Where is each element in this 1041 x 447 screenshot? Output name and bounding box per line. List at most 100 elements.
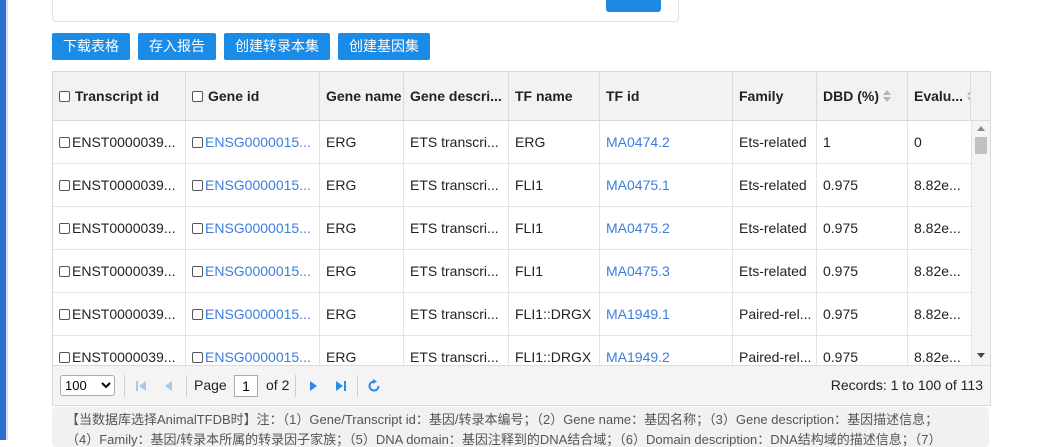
cell-transcript-id: ENST0000039...	[53, 293, 186, 335]
table-row[interactable]: ENST0000039... ENSG0000015... ERG ETS tr…	[53, 250, 971, 293]
download-table-button[interactable]: 下载表格	[52, 33, 130, 60]
results-grid: Transcript id Gene id Gene name Gene des…	[52, 71, 991, 406]
cell-evalue: 8.82e...	[914, 349, 961, 365]
header-gene-name[interactable]: Gene name	[320, 72, 404, 120]
create-gene-set-button[interactable]: 创建基因集	[338, 33, 430, 60]
first-page-icon[interactable]	[131, 376, 151, 396]
cell-gene-description: ETS transcri...	[404, 121, 509, 163]
gene-id-link[interactable]: ENSG0000015...	[205, 306, 311, 322]
search-panel-button[interactable]	[606, 0, 661, 12]
tf-id-link[interactable]: MA0474.2	[606, 134, 670, 150]
header-evalue[interactable]: Evalu...	[908, 72, 971, 120]
row-checkbox[interactable]	[59, 222, 70, 234]
row-checkbox[interactable]	[192, 179, 203, 191]
tf-id-link[interactable]: MA0475.2	[606, 220, 670, 236]
cell-transcript-id: ENST0000039...	[53, 336, 186, 365]
header-transcript-id[interactable]: Transcript id	[53, 72, 186, 120]
select-all-genes-checkbox[interactable]	[192, 90, 203, 102]
cell-dbd: 0.975	[817, 207, 908, 249]
row-checkbox[interactable]	[192, 265, 203, 277]
row-checkbox[interactable]	[59, 265, 70, 277]
row-checkbox[interactable]	[59, 136, 70, 148]
header-tf-name[interactable]: TF name	[509, 72, 600, 120]
row-checkbox[interactable]	[192, 351, 203, 363]
gene-id-link[interactable]: ENSG0000015...	[205, 349, 311, 365]
cell-gene-id: ENSG0000015...	[186, 121, 320, 163]
row-checkbox[interactable]	[192, 222, 203, 234]
refresh-icon[interactable]	[364, 376, 384, 396]
header-tf-id[interactable]: TF id	[600, 72, 733, 120]
header-family[interactable]: Family	[733, 72, 817, 120]
tf-id-link[interactable]: MA1949.2	[606, 349, 670, 365]
cell-tf-id: MA0474.2	[600, 121, 733, 163]
next-page-icon[interactable]	[303, 376, 323, 396]
cell-tf-id: MA0475.1	[600, 164, 733, 206]
cell-gene-description: ETS transcri...	[404, 293, 509, 335]
header-gene-description[interactable]: Gene descri...	[404, 72, 509, 120]
cell-tf-name: FLI1::DRGX	[509, 293, 600, 335]
page-number-input[interactable]	[234, 375, 258, 397]
scrollbar-thumb[interactable]	[975, 137, 987, 154]
cell-family: Ets-related	[733, 207, 817, 249]
table-row[interactable]: ENST0000039... ENSG0000015... ERG ETS tr…	[53, 293, 971, 336]
header-gene-description-label: Gene descri...	[410, 88, 502, 104]
header-dbd[interactable]: DBD (%)	[817, 72, 908, 120]
cell-tf-name: ERG	[509, 121, 600, 163]
row-checkbox[interactable]	[59, 308, 70, 320]
cell-gene-name: ERG	[320, 164, 404, 206]
row-checkbox[interactable]	[192, 136, 203, 148]
row-checkbox[interactable]	[192, 308, 203, 320]
row-checkbox[interactable]	[59, 351, 70, 363]
gene-id-link[interactable]: ENSG0000015...	[205, 263, 311, 279]
gene-id-link[interactable]: ENSG0000015...	[205, 177, 311, 193]
gene-id-link[interactable]: ENSG0000015...	[205, 134, 311, 150]
cell-gene-id: ENSG0000015...	[186, 293, 320, 335]
cell-dbd: 0.975	[817, 336, 908, 365]
select-all-transcripts-checkbox[interactable]	[59, 90, 70, 102]
cell-dbd: 0.975	[817, 293, 908, 335]
save-to-report-button[interactable]: 存入报告	[138, 33, 216, 60]
header-dbd-label: DBD (%)	[823, 88, 879, 104]
pagination-bar: 100 Page of 2 Records: 1 to 100 of 113	[53, 365, 990, 405]
scroll-down-arrow-icon[interactable]	[977, 353, 985, 358]
vertical-scrollbar[interactable]	[971, 121, 990, 365]
prev-page-icon[interactable]	[159, 376, 179, 396]
cell-dbd: 0.975	[817, 164, 908, 206]
cell-tf-name: FLI1	[509, 250, 600, 292]
cell-tf-id: MA0475.3	[600, 250, 733, 292]
cell-tf-name: FLI1::DRGX	[509, 336, 600, 365]
cell-gene-id: ENSG0000015...	[186, 207, 320, 249]
row-checkbox[interactable]	[59, 179, 70, 191]
page-label: Page	[194, 377, 227, 393]
cell-gene-name: ERG	[320, 121, 404, 163]
table-row[interactable]: ENST0000039... ENSG0000015... ERG ETS tr…	[53, 207, 971, 250]
cell-evalue: 8.82e...	[914, 177, 961, 193]
page-size-select[interactable]: 100	[60, 375, 115, 396]
table-row[interactable]: ENST0000039... ENSG0000015... ERG ETS tr…	[53, 336, 971, 365]
sort-icon[interactable]	[883, 90, 891, 102]
last-page-icon[interactable]	[331, 376, 351, 396]
transcript-id: ENST0000039...	[72, 134, 176, 150]
tf-id-link[interactable]: MA0475.3	[606, 263, 670, 279]
cell-transcript-id: ENST0000039...	[53, 207, 186, 249]
cell-tf-id: MA1949.2	[600, 336, 733, 365]
cell-evalue: 8.82e...	[914, 263, 961, 279]
cell-tf-name: FLI1	[509, 164, 600, 206]
table-row[interactable]: ENST0000039... ENSG0000015... ERG ETS tr…	[53, 164, 971, 207]
transcript-id: ENST0000039...	[72, 263, 176, 279]
transcript-id: ENST0000039...	[72, 220, 176, 236]
tf-id-link[interactable]: MA0475.1	[606, 177, 670, 193]
header-gene-id[interactable]: Gene id	[186, 72, 320, 120]
tf-id-link[interactable]: MA1949.1	[606, 306, 670, 322]
create-transcript-set-button[interactable]: 创建转录本集	[224, 33, 330, 60]
scroll-up-arrow-icon[interactable]	[977, 126, 985, 131]
cell-evalue: 0	[914, 134, 922, 150]
notes-panel: 【当数据库选择AnimalTFDB时】注：（1）Gene/Transcript …	[52, 407, 989, 447]
cell-gene-id: ENSG0000015...	[186, 164, 320, 206]
cell-gene-name: ERG	[320, 336, 404, 365]
cell-family: Ets-related	[733, 250, 817, 292]
records-summary: Records: 1 to 100 of 113	[830, 377, 983, 393]
gene-id-link[interactable]: ENSG0000015...	[205, 220, 311, 236]
table-row[interactable]: ENST0000039... ENSG0000015... ERG ETS tr…	[53, 121, 971, 164]
cell-gene-description: ETS transcri...	[404, 207, 509, 249]
